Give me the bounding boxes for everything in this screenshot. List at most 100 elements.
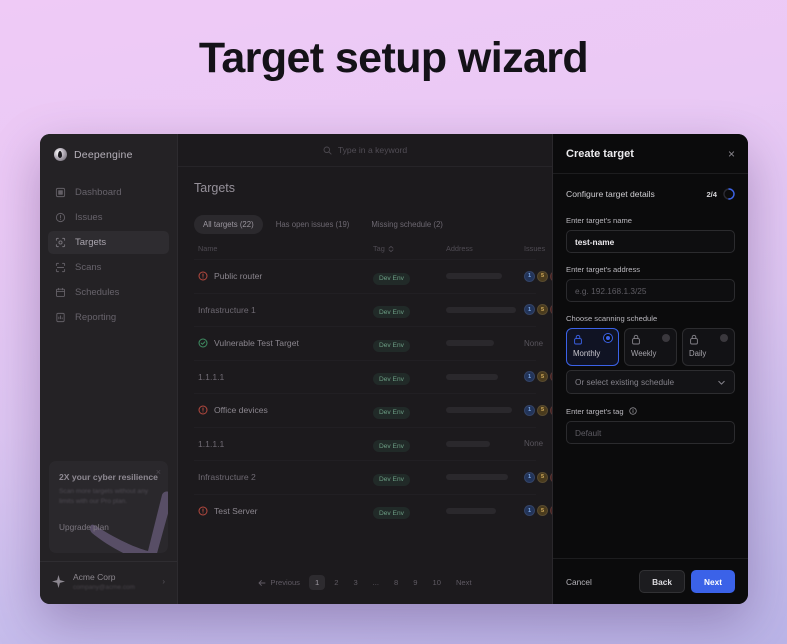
sidebar-item-issues[interactable]: Issues [48,206,169,229]
cancel-button[interactable]: Cancel [566,577,592,587]
target-address-cell [446,373,524,380]
table-body: Public routerDev Env152Infrastructure 1D… [194,259,552,528]
progress-ring-icon [723,188,735,200]
table-row[interactable]: Infrastructure 2 Dev Env 1534+ [194,460,552,494]
address-redacted-bar [446,306,516,313]
page-1[interactable]: 1 [308,575,326,590]
step-label: Configure target details [566,189,655,199]
panel-title: Create target [566,148,634,160]
close-icon[interactable]: × [728,148,735,160]
sidebar-item-schedules[interactable]: Schedules [48,281,169,304]
target-tag-cell: Dev Env [373,301,446,319]
target-tag-input[interactable]: Default [566,421,735,444]
account-switcher[interactable]: Acme Corp company@acme.com › [40,561,177,604]
table-row[interactable]: Public router Dev Env 152 [194,259,552,293]
page-9[interactable]: 9 [407,575,423,590]
address-redacted-bar [446,474,508,481]
chevron-right-icon: › [162,577,165,586]
radio-daily[interactable] [720,334,728,342]
alert-circle-icon [198,405,208,415]
page-heading: Targets [194,181,235,195]
next-button[interactable]: Next [691,570,735,593]
upgrade-promo-card: × 2X your cyber resilience Scan more tar… [49,461,168,553]
previous-label: Previous [270,578,300,587]
severity-badge: 1 [524,404,535,416]
table-row[interactable]: Office devices Dev Env 1524+ [194,393,552,427]
tab-missing-schedule[interactable]: Missing schedule (2) [362,215,452,234]
search-input[interactable]: Type in a keyword [323,145,407,155]
target-name-cell: Test Server [198,506,373,516]
target-tag-cell: Dev Env [373,267,446,285]
target-name-text: Test Server [214,505,258,516]
info-icon[interactable] [629,407,637,415]
target-issues-cell: 15411+ [524,304,552,316]
promo-subtitle: Scan more targets without any limits wit… [59,488,149,505]
severity-badge: 1 [524,270,535,282]
page-2[interactable]: 2 [328,575,344,590]
tag-chip: Dev Env [373,272,410,285]
schedule-option-monthly[interactable]: Monthly [566,328,619,366]
radio-monthly[interactable] [604,334,612,342]
schedule-option-top [689,334,728,345]
target-name-text: Public router [214,271,263,282]
close-icon[interactable]: × [156,467,161,477]
target-issues-cell: None [524,339,543,348]
next-page-button[interactable]: Next [450,575,478,590]
existing-schedule-select[interactable]: Or select existing schedule [566,370,735,394]
severity-badge: 3 [550,471,552,483]
tab-all-targets[interactable]: All targets (22) [194,215,263,234]
target-address-cell [446,507,524,514]
page-10[interactable]: 10 [426,575,446,590]
sidebar-nav: Dashboard Issues Targets Scans Schedules… [40,181,177,329]
sidebar-item-scans[interactable]: Scans [48,256,169,279]
targets-page: Targets All targets (22) Has open issues… [178,167,552,604]
back-button[interactable]: Back [639,570,686,593]
target-name-cell: 1.1.1.1 [198,372,373,382]
table-row[interactable]: Vulnerable Test Target Dev Env None [194,326,543,360]
page-ellipsis: ... [372,578,380,587]
tag-chip: Dev Env [373,473,410,486]
severity-badge: 5 [537,270,548,282]
previous-page-button[interactable]: Previous [252,575,306,590]
target-name-label: Enter target's name [566,216,633,225]
schedule-option-weekly[interactable]: Weekly [624,328,677,366]
tag-chip: Dev Env [373,440,410,453]
calendar-icon [55,287,66,298]
pagination: Previous 1 2 3 ... 8 9 10 Next [178,575,552,590]
app-window: Deepengine Dashboard Issues Targets Scan… [40,134,748,604]
severity-badge: 5 [537,404,548,416]
table-row[interactable]: Test Server Dev Env 152 [194,493,552,528]
sidebar-item-targets[interactable]: Targets [48,231,169,254]
address-redacted-bar [446,507,496,514]
sort-icon [388,245,394,252]
target-name-cell: Office devices [198,405,373,415]
column-header-tag[interactable]: Tag [373,244,446,253]
search-placeholder: Type in a keyword [337,145,408,155]
target-name-input[interactable]: test-name [566,230,735,253]
table-row[interactable]: 1.1.1.1 Dev Env None [194,426,543,461]
table-row[interactable]: 1.1.1.1 Dev Env 152 [194,359,552,394]
target-issues-cell: 152 [524,371,552,383]
page-8[interactable]: 8 [388,575,404,590]
page-3[interactable]: 3 [347,575,363,590]
sidebar-item-dashboard[interactable]: Dashboard [48,181,169,204]
target-name-text: 1.1.1.1 [198,371,225,382]
severity-badge: 1 [524,371,535,383]
severity-badge: 5 [537,471,548,483]
sidebar-item-reporting[interactable]: Reporting [48,306,169,329]
radio-weekly[interactable] [662,334,670,342]
target-name-text: Vulnerable Test Target [214,338,299,349]
schedule-option-label: Monthly [573,349,601,358]
target-address-input[interactable]: e.g. 192.168.1.3/25 [566,279,735,302]
target-name-text: 1.1.1.1 [198,438,225,449]
target-icon [55,237,66,248]
tab-has-open-issues[interactable]: Has open issues (19) [267,215,359,234]
account-text: Acme Corp company@acme.com [73,572,154,591]
issues-none-label: None [524,439,544,449]
deepengine-logo-icon [54,148,67,161]
upgrade-plan-button[interactable]: Upgrade plan [59,522,158,532]
schedule-option-daily[interactable]: Daily [682,328,735,366]
table-row[interactable]: Infrastructure 1Dev Env15411+ [194,292,552,327]
lock-icon [632,334,640,345]
sidebar: Deepengine Dashboard Issues Targets Scan… [40,134,178,604]
